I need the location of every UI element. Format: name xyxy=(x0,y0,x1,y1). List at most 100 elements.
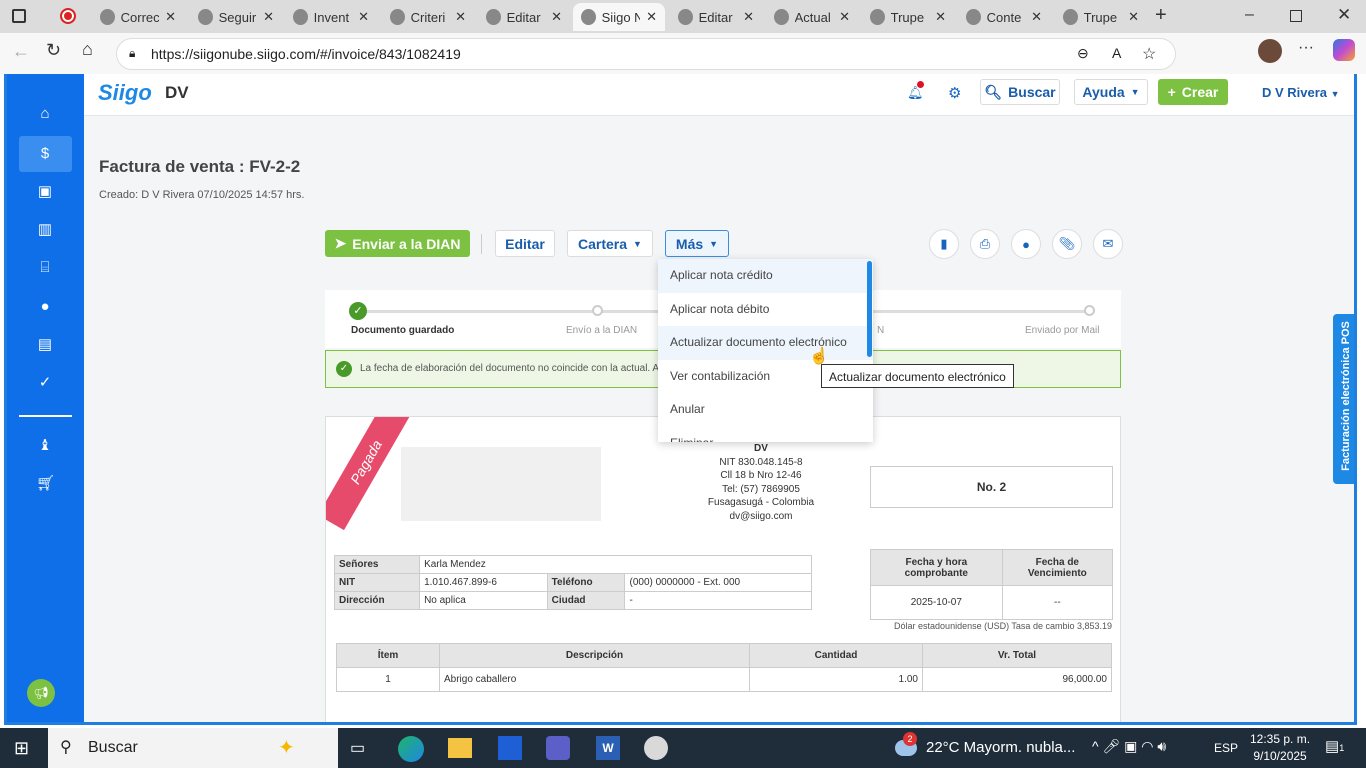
minimize-button[interactable]: – xyxy=(1245,6,1254,24)
tab-close-icon[interactable]: ✕ xyxy=(935,9,946,25)
teams-icon[interactable] xyxy=(546,736,570,760)
siigo-logo[interactable]: Siigo xyxy=(98,80,152,106)
word-icon[interactable]: W xyxy=(596,736,620,760)
browser-tab[interactable]: Correc ✕ xyxy=(92,3,184,31)
home-icon[interactable]: ⌂ xyxy=(36,106,54,122)
menu-item-debit-note[interactable]: Aplicar nota débito xyxy=(658,293,873,327)
attachment-icon[interactable]: 📎︎ xyxy=(1052,229,1082,259)
gear-icon[interactable]: ⚙ xyxy=(948,84,961,102)
books-icon[interactable]: ▥ xyxy=(36,222,54,238)
menu-item-delete[interactable]: Eliminar xyxy=(658,427,873,443)
copilot-icon[interactable] xyxy=(1333,39,1355,61)
tab-close-icon[interactable]: ✕ xyxy=(743,9,754,25)
tab-favicon-icon xyxy=(293,9,308,25)
dates-table: Fecha y hora comprobante Fecha de Vencimi… xyxy=(870,549,1114,620)
browser-tab[interactable]: Actual ✕ xyxy=(766,3,858,31)
search-button[interactable]: 🔍︎ Buscar xyxy=(980,79,1060,105)
browser-tab[interactable]: Seguir ✕ xyxy=(190,3,282,31)
browser-tab[interactable]: Editar ✕ xyxy=(478,3,570,31)
wallet-dropdown[interactable]: Cartera ▼ xyxy=(567,230,653,257)
user-icon[interactable]: ● xyxy=(36,299,54,315)
created-info: Creado: D V Rivera 07/10/2025 14:57 hrs. xyxy=(99,189,305,201)
refresh-icon[interactable]: ↻ xyxy=(46,40,61,61)
send-dian-button[interactable]: ➤ Enviar a la DIAN xyxy=(325,230,470,257)
browser-tab[interactable]: Invent ✕ xyxy=(285,3,377,31)
home-icon[interactable]: ⌂ xyxy=(82,39,93,60)
email-icon[interactable]: ✉ xyxy=(1093,229,1123,259)
help-dropdown[interactable]: Ayuda ▼ xyxy=(1074,79,1148,105)
create-button[interactable]: + Crear xyxy=(1158,79,1228,105)
print-icon[interactable]: ⎙ xyxy=(970,229,1000,259)
more-icon[interactable]: ··· xyxy=(1298,39,1314,57)
weather-text[interactable]: 22°C Mayorm. nubla... xyxy=(926,739,1075,756)
close-window-button[interactable]: ✕ xyxy=(1337,5,1351,25)
tab-close-icon[interactable]: ✕ xyxy=(358,9,369,25)
edit-button[interactable]: Editar xyxy=(495,230,555,257)
browser-tab[interactable]: Criteri ✕ xyxy=(382,3,474,31)
pos-side-tab[interactable]: Facturación electrónica POS xyxy=(1333,314,1354,484)
tab-close-icon[interactable]: ✕ xyxy=(551,9,562,25)
menu-item-credit-note[interactable]: Aplicar nota crédito xyxy=(658,259,873,293)
clock[interactable]: 12:35 p. m. 9/10/2025 xyxy=(1250,731,1310,765)
tab-close-icon[interactable]: ✕ xyxy=(839,9,850,25)
tab-favicon-icon xyxy=(100,9,115,25)
windows-start-icon[interactable]: ⊞ xyxy=(14,738,29,759)
read-aloud-icon[interactable]: A xyxy=(1112,45,1121,61)
money-icon[interactable]: $ xyxy=(36,146,54,162)
menu-item-update-electronic-doc[interactable]: Actualizar documento electrónico xyxy=(658,326,873,360)
browser-tab[interactable]: Siigo N ✕ xyxy=(573,3,665,31)
tab-close-icon[interactable]: ✕ xyxy=(1128,9,1139,25)
tab-actions-icon[interactable] xyxy=(12,9,26,23)
file-explorer-icon[interactable] xyxy=(448,738,472,758)
profile-avatar[interactable] xyxy=(1258,39,1282,63)
tab-favicon-icon xyxy=(966,9,981,25)
handshake-icon[interactable]: ♝ xyxy=(36,438,54,454)
zoom-icon[interactable]: ⊖ xyxy=(1077,45,1089,62)
tab-favicon-icon xyxy=(198,9,213,25)
document-icon[interactable]: ▤ xyxy=(36,337,54,353)
more-dropdown[interactable]: Más ▼ xyxy=(665,230,729,257)
tab-close-icon[interactable]: ✕ xyxy=(455,9,466,25)
tab-label: Editar xyxy=(506,9,541,25)
browser-tab[interactable]: Trupe ✕ xyxy=(1055,3,1147,31)
menu-scrollbar[interactable] xyxy=(867,261,872,357)
app-icon[interactable] xyxy=(644,736,668,760)
value: 2025-10-07 xyxy=(870,585,1003,620)
favorite-star-icon[interactable]: ☆ xyxy=(1142,44,1156,64)
bank-icon[interactable]: ⌸ xyxy=(36,260,54,276)
tab-close-icon[interactable]: ✕ xyxy=(1031,9,1042,25)
record-icon[interactable] xyxy=(60,8,76,24)
task-view-icon[interactable]: ▭ xyxy=(350,738,365,758)
cart-icon[interactable]: 🛒︎ xyxy=(36,476,55,492)
menu-item-void[interactable]: Anular xyxy=(658,393,873,427)
bell-icon[interactable]: 🔔︎ xyxy=(907,81,924,101)
user-menu[interactable]: D V Rivera ▼ xyxy=(1262,85,1340,100)
tab-close-icon[interactable]: ✕ xyxy=(263,9,274,25)
maximize-button[interactable] xyxy=(1290,10,1302,22)
url-input[interactable]: https://siigonube.siigo.com/#/invoice/84… xyxy=(116,38,1176,70)
label: Señores xyxy=(333,555,421,574)
tab-close-icon[interactable]: ✕ xyxy=(165,9,176,25)
header: Ítem xyxy=(336,643,440,668)
new-tab-button[interactable]: + xyxy=(1155,4,1167,27)
browser-tab[interactable]: Conte ✕ xyxy=(958,3,1050,31)
notifications-icon[interactable]: ▤1 xyxy=(1325,737,1344,755)
tab-close-icon[interactable]: ✕ xyxy=(646,9,657,25)
taskbar-search[interactable]: Buscar ⚲ ✦ xyxy=(48,728,338,768)
app-icon[interactable] xyxy=(498,736,522,760)
taskbar: ⊞ Buscar ⚲ ✦ ▭ W 2 22°C Mayorm. nubla... ^… xyxy=(0,728,1366,768)
comment-icon[interactable]: ● xyxy=(1011,229,1041,259)
tray-icons[interactable]: ^ 🎤︎ ▣ ◠ 🔊︎ xyxy=(1092,738,1166,755)
time: 12:35 p. m. xyxy=(1250,732,1311,746)
browser-tab[interactable]: Trupe ✕ xyxy=(862,3,954,31)
tab-label: Trupe xyxy=(1083,9,1118,25)
browser-tab[interactable]: Editar ✕ xyxy=(670,3,762,31)
clipboard-check-icon[interactable]: ✓ xyxy=(36,375,54,391)
edge-app-icon[interactable] xyxy=(398,736,424,762)
announcement-button[interactable]: 📢︎ xyxy=(27,679,55,707)
briefcase-icon[interactable]: ▣ xyxy=(36,184,54,200)
language-indicator[interactable]: ESP xyxy=(1214,741,1238,755)
pdf-icon[interactable]: ▮ xyxy=(929,229,959,259)
step-label: Envío a la DIAN xyxy=(566,325,638,336)
back-icon[interactable]: ← xyxy=(12,41,30,62)
